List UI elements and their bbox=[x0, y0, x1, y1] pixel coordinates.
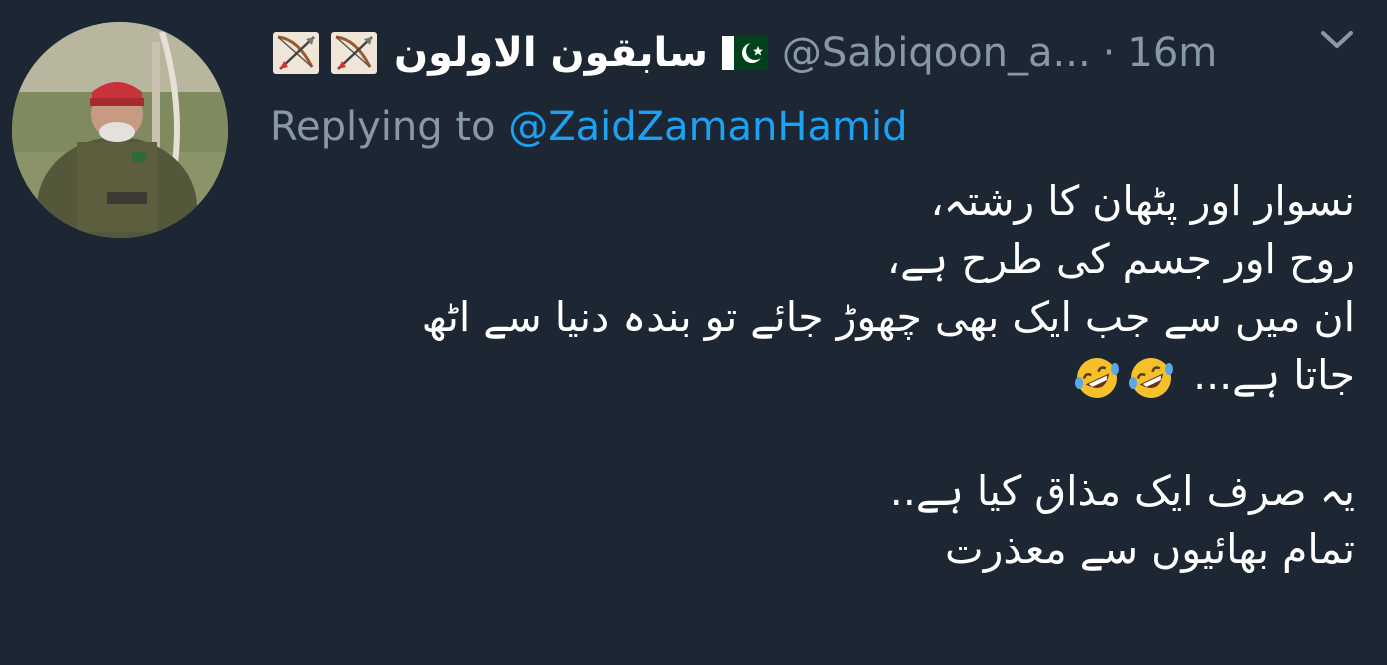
reply-handle-link[interactable]: @ZaidZamanHamid bbox=[508, 104, 907, 150]
bow-and-arrow-icon bbox=[331, 32, 377, 74]
tweet-line: جاتا ہے... bbox=[1193, 351, 1355, 399]
tweet-line: تمام بھائیوں سے معذرت bbox=[945, 525, 1355, 573]
rolling-on-floor-laughing-icon bbox=[1129, 358, 1174, 398]
avatar[interactable] bbox=[12, 22, 228, 238]
tweet-header: سابقون الاولون @Sabiqoon_a... · 16m bbox=[270, 22, 1370, 84]
tweet-line: ان میں سے جب ایک بھی چھوڑ جائے تو بندہ د… bbox=[421, 293, 1355, 341]
timestamp[interactable]: 16m bbox=[1127, 30, 1217, 76]
tweet-text: نسوار اور پٹھان کا رشتہ، روح اور جسم کی … bbox=[265, 172, 1355, 578]
bow-and-arrow-icon bbox=[273, 32, 319, 74]
rolling-on-floor-laughing-icon bbox=[1075, 358, 1120, 398]
tweet-line: نسوار اور پٹھان کا رشتہ، bbox=[930, 177, 1355, 225]
separator-dot: · bbox=[1102, 30, 1116, 76]
display-name-text: سابقون الاولون bbox=[394, 30, 708, 76]
replying-to-label: Replying to bbox=[270, 104, 496, 150]
tweet-line: روح اور جسم کی طرح ہے، bbox=[886, 235, 1355, 283]
tweet-line: یہ صرف ایک مذاق کیا ہے.. bbox=[889, 467, 1355, 515]
replying-to: Replying to @ZaidZamanHamid bbox=[270, 104, 907, 150]
pakistan-flag-icon bbox=[721, 36, 768, 70]
tweet: سابقون الاولون @Sabiqoon_a... · 16m Repl… bbox=[0, 0, 1387, 665]
display-name[interactable]: سابقون الاولون bbox=[270, 27, 782, 79]
chevron-down-icon[interactable] bbox=[1317, 24, 1357, 54]
emoji-group bbox=[1068, 353, 1176, 403]
tweet-line-with-emoji: جاتا ہے... bbox=[265, 346, 1355, 404]
user-handle[interactable]: @Sabiqoon_a... bbox=[782, 30, 1091, 76]
